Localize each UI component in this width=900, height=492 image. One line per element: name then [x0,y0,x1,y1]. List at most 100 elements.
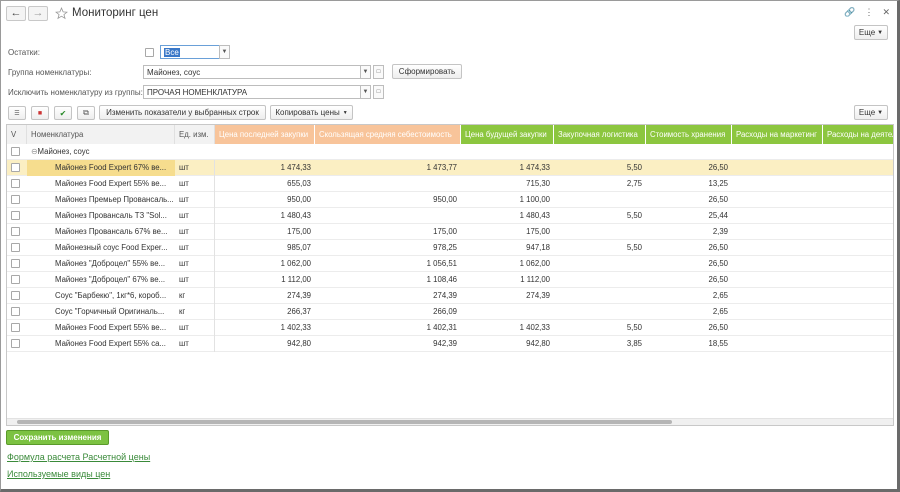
column-header[interactable]: Цена будущей закупки [461,125,554,144]
column-header[interactable]: Скользящая средняя себестоимость [315,125,461,144]
exclude-field[interactable]: ПРОЧАЯ НОМЕНКЛАТУРА [143,85,361,99]
purchase-logistics: 5,50 [626,243,642,252]
checkbox-cell [7,304,27,320]
purchase-logistics: 2,75 [626,179,642,188]
future-purchase-price: 1 062,00 [519,259,550,268]
future-purchase-price: 175,00 [526,227,550,236]
group-field[interactable]: Майонез, соус [143,65,361,79]
activity-cost [823,320,893,336]
table-row[interactable]: Майонез Food Expert 55% са... шт 942,80 942… [7,335,893,352]
check-button[interactable]: ✔ [54,106,72,120]
table-header: V Номенклатура Ед. изм. Цена последней заку… [7,125,893,144]
column-header[interactable]: Цена последней закупки [215,125,315,144]
last-purchase-price: 266,37 [287,307,311,316]
activity-cost [823,304,893,320]
formula-link[interactable]: Формула расчета Расчетной цены [7,452,150,462]
table-row[interactable]: Майонез "Доброцел" 55% ве... шт 1 062,00 1 … [7,255,893,272]
column-header[interactable]: V [7,125,27,144]
clear-selection-button[interactable]: ■ [31,106,49,120]
scrollbar-thumb[interactable] [17,420,672,424]
purchase-logistics [554,192,646,208]
chevron-down-icon: ▼ [221,49,228,55]
table-row[interactable]: Майонез Провансаль 67% ве... шт 175,00 175,… [7,223,893,240]
table-row[interactable]: Майонезный соус Food Exper... шт 985,07 978… [7,239,893,256]
column-header[interactable]: Стоимость хранения [646,125,732,144]
group-row[interactable]: ⊖ Майонез, соус [7,144,893,160]
change-indicators-button[interactable]: Изменить показатели у выбранных строк [99,105,266,120]
column-header[interactable]: Расходы на маркетинг [732,125,823,144]
more-button-top[interactable]: Еще ▼ [854,25,888,40]
last-purchase-price: 1 402,33 [280,323,311,332]
checkbox-cell [7,176,27,192]
ostatki-dropdown-button[interactable]: ▼ [219,45,230,59]
row-checkbox[interactable] [11,291,20,300]
exclude-open-button[interactable]: □ [373,85,384,99]
table-row[interactable]: Майонез Food Expert 55% ве... шт 655,03 715… [7,175,893,192]
copy-prices-button[interactable]: Копировать цены ▼ [270,105,353,120]
column-header[interactable]: Номенклатура [27,125,175,144]
table-row[interactable]: Соус "Барбекю", 1кг*6, короб... кг 274,39 2… [7,287,893,304]
row-checkbox[interactable] [11,259,20,268]
row-checkbox[interactable] [11,339,20,348]
select-all-button[interactable]: ☰ [8,106,26,120]
link-icon[interactable]: 🔗 [844,7,855,18]
table-row[interactable]: Майонез Food Expert 55% ве... шт 1 402,33 1… [7,319,893,336]
table-row[interactable]: Майонез Food Expert 67% ве... шт 1 474,33 1… [7,159,893,176]
table-row[interactable]: Майонез "Доброцел" 67% ве... шт 1 112,00 1 … [7,271,893,288]
item-unit: шт [175,207,215,224]
more-vert-icon[interactable]: ⋮ [864,7,873,18]
table-row[interactable]: Соус "Горчичный Оригиналь... кг 266,37 266,… [7,303,893,320]
item-unit: шт [175,239,215,256]
activity-cost [823,272,893,288]
copy-icon-button[interactable]: ⧉ [77,106,95,120]
activity-cost [823,256,893,272]
item-unit: шт [175,191,215,208]
table-row[interactable]: Майонез Премьер Провансаль... шт 950,00 950… [7,191,893,208]
back-button[interactable]: ← [6,5,26,21]
chevron-down-icon: ▼ [342,109,348,116]
table-row[interactable]: Майонез Провансаль ТЗ "Sol... шт 1 480,43 1… [7,207,893,224]
close-icon[interactable]: ✕ [882,7,890,18]
last-purchase-price: 175,00 [287,227,311,236]
marketing-cost [732,240,823,256]
column-header[interactable]: Расходы на деятельность [823,125,893,144]
moving-average-cost: 978,25 [433,243,457,252]
open-link-icon: □ [376,89,381,95]
ostatki-select[interactable]: Все [160,45,220,59]
favorite-star-icon[interactable] [54,6,68,20]
last-purchase-price: 985,07 [287,243,311,252]
row-checkbox[interactable] [11,211,20,220]
exclude-dropdown-button[interactable]: ▼ [360,85,371,99]
group-dropdown-button[interactable]: ▼ [360,65,371,79]
row-checkbox[interactable] [11,179,20,188]
row-checkbox[interactable] [11,163,20,172]
price-types-link[interactable]: Используемые виды цен [7,469,110,479]
row-checkbox[interactable] [11,147,20,156]
row-checkbox[interactable] [11,243,20,252]
window-controls: 🔗 ⋮ ✕ [844,7,890,18]
column-header[interactable]: Закупочная логистика [554,125,646,144]
ostatki-checkbox[interactable] [145,48,154,57]
more-button[interactable]: Еще ▼ [854,105,888,120]
row-checkbox[interactable] [11,227,20,236]
group-open-button[interactable]: □ [373,65,384,79]
moving-average-cost [315,176,461,192]
row-checkbox[interactable] [11,275,20,284]
item-unit: кг [175,303,215,320]
forward-button[interactable]: → [28,5,48,21]
titlebar: ← → Мониторинг цен [6,4,158,22]
row-checkbox[interactable] [11,307,20,316]
last-purchase-price: 1 480,43 [280,211,311,220]
column-header[interactable]: Ед. изм. [175,125,215,144]
row-checkbox[interactable] [11,195,20,204]
checkbox-cell [7,144,27,160]
horizontal-scrollbar[interactable] [7,418,893,425]
last-purchase-price: 1 112,00 [281,275,311,284]
form-button[interactable]: Сформировать [392,64,462,79]
row-checkbox[interactable] [11,323,20,332]
storage-cost: 26,50 [708,323,728,332]
moving-average-cost [315,208,461,224]
save-changes-button[interactable]: Сохранить изменения [6,430,109,445]
chevron-down-icon: ▼ [877,29,884,36]
table-body: ⊖ Майонез, соус Майонез Food Expert 67% в… [7,144,893,352]
